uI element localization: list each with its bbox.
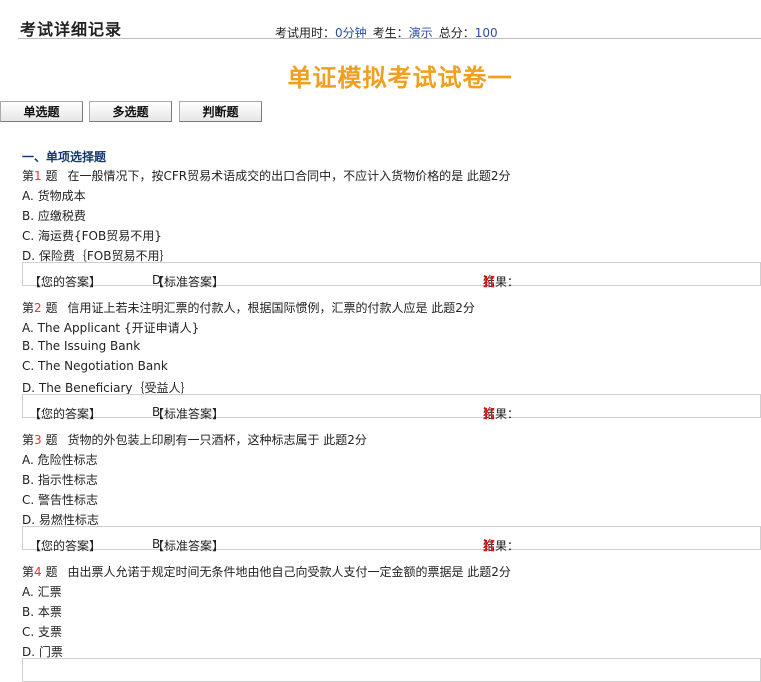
question-prefix: 第	[22, 169, 35, 183]
question-text: 由出票人允诺于规定时间无条件地由他自己向受款人支付一定金额的票据是 此题2分	[67, 565, 511, 579]
tab-single-choice[interactable]: 单选题	[0, 101, 83, 122]
header-divider	[18, 38, 761, 39]
answer-box	[22, 658, 761, 682]
option-c: C. 警告性标志	[22, 493, 99, 507]
result-bracket-close: 】	[483, 539, 496, 553]
paper-title: 单证模拟考试试卷一	[287, 63, 513, 92]
page-header: 考试详细记录 考试用时：0分钟 考生：演示 总分：100	[0, 0, 761, 40]
result-bracket-close: 】	[483, 407, 496, 421]
tab-multiple-choice[interactable]: 多选题	[89, 101, 172, 122]
answer-box: 【您的答案】 【标准答案】 B 结果：【X】	[22, 526, 761, 553]
question-suffix: 题	[41, 301, 58, 315]
record-title: 考试详细记录	[20, 20, 123, 39]
tab-true-false[interactable]: 判断题	[179, 101, 262, 122]
standard-answer-label: 【标准答案】	[152, 539, 225, 553]
question-text: 在一般情况下，按CFR贸易术语成交的出口合同中，不应计入货物价格的是 此题2分	[67, 169, 511, 183]
standard-answer-label: 【标准答案】	[152, 275, 225, 289]
question-prefix: 第	[22, 301, 35, 315]
section-heading: 一、单项选择题	[22, 150, 107, 164]
question-title: 第3 题货物的外包装上印刷有一只酒杯，这种标志属于 此题2分	[22, 431, 367, 448]
question-number: 4	[34, 565, 42, 579]
option-b: B. 指示性标志	[22, 473, 98, 487]
option-a: A. 危险性标志	[22, 453, 98, 467]
question-prefix: 第	[22, 565, 35, 579]
option-b: B. 本票	[22, 605, 62, 619]
your-answer-label: 【您的答案】	[29, 275, 102, 289]
your-answer-label: 【您的答案】	[29, 539, 102, 553]
question-suffix: 题	[41, 433, 58, 447]
standard-answer-value: D	[152, 273, 162, 287]
option-b: B. 应缴税费	[22, 209, 86, 223]
question-number: 2	[34, 301, 42, 315]
question-title: 第4 题由出票人允诺于规定时间无条件地由他自己向受款人支付一定金额的票据是 此题…	[22, 563, 511, 580]
option-a: A. 货物成本	[22, 189, 86, 203]
standard-answer-value: B	[152, 537, 161, 551]
answer-box: 【您的答案】 【标准答案】 D 结果：【X】	[22, 262, 761, 289]
question-suffix: 题	[41, 169, 58, 183]
standard-answer-label: 【标准答案】	[152, 407, 225, 421]
option-b: B. The Issuing Bank	[22, 339, 141, 353]
question-prefix: 第	[22, 433, 35, 447]
question-number: 3	[34, 433, 42, 447]
question-title: 第1 题在一般情况下，按CFR贸易术语成交的出口合同中，不应计入货物价格的是 此…	[22, 167, 511, 184]
answer-box: 【您的答案】 【标准答案】 B 结果：【X】	[22, 394, 761, 421]
option-c: C. 支票	[22, 625, 63, 639]
option-c: C. The Negotiation Bank	[22, 359, 168, 373]
option-a: A. 汇票	[22, 585, 62, 599]
your-answer-label: 【您的答案】	[29, 407, 102, 421]
question-title: 第2 题信用证上若未注明汇票的付款人，根据国际惯例，汇票的付款人应是 此题2分	[22, 299, 475, 316]
option-c: C. 海运费{FOB贸易不用}	[22, 229, 162, 243]
question-text: 信用证上若未注明汇票的付款人，根据国际惯例，汇票的付款人应是 此题2分	[67, 301, 475, 315]
option-a: A. The Applicant {开证申请人}	[22, 321, 200, 335]
result-bracket-close: 】	[483, 275, 496, 289]
question-suffix: 题	[41, 565, 58, 579]
standard-answer-value: B	[152, 405, 161, 419]
question-text: 货物的外包装上印刷有一只酒杯，这种标志属于 此题2分	[67, 433, 367, 447]
question-number: 1	[34, 169, 42, 183]
